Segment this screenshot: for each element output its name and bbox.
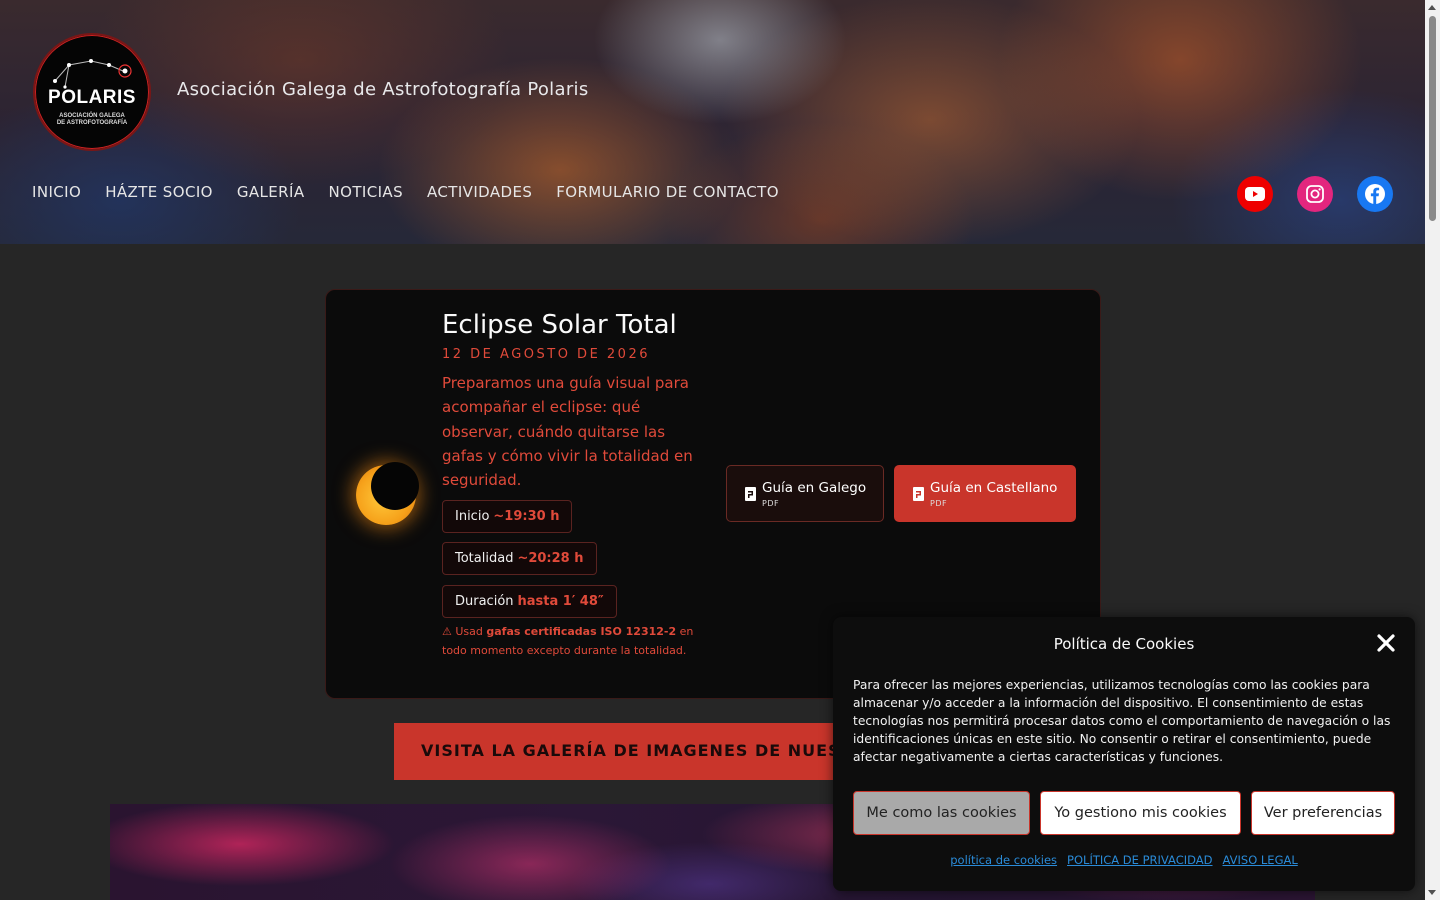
nav-item-noticias[interactable]: NOTICIAS — [329, 183, 404, 201]
scroll-up-icon[interactable] — [1428, 5, 1436, 10]
pdf-file-icon — [745, 486, 756, 501]
gallery-banner-label: VISITA LA GALERÍA DE IMAGENES DE NUEST — [421, 741, 853, 760]
legal-notice-link[interactable]: AVISO LEGAL — [1223, 853, 1298, 867]
nav-item-galeria[interactable]: GALERÍA — [237, 183, 305, 201]
time-pill-totalidad: Totalidad ~20:28 h — [442, 542, 597, 575]
nav-item-actividades[interactable]: ACTIVIDADES — [427, 183, 532, 201]
facebook-icon — [1365, 184, 1385, 204]
moon-shape — [371, 462, 419, 510]
button-label: Guía en Galego — [762, 479, 867, 496]
site-header: POLARIS ASOCIACIÓN GALEGA DE ASTROFOTOGR… — [0, 0, 1425, 244]
guide-castellano-button[interactable]: Guía en Castellano PDF — [894, 465, 1076, 522]
time-pill-inicio: Inicio ~19:30 h — [442, 500, 573, 533]
scrollbar-thumb[interactable] — [1429, 16, 1436, 221]
manage-cookies-button[interactable]: Yo gestiono mis cookies — [1040, 791, 1241, 835]
logo-title: POLARIS — [48, 87, 136, 108]
time-label: Totalidad — [455, 551, 514, 566]
safety-warning: ⚠ Usad gafas certificadas ISO 12312-2 en… — [442, 623, 702, 660]
guide-galego-button[interactable]: Guía en Galego PDF — [726, 465, 884, 522]
social-links — [1237, 176, 1393, 212]
close-icon[interactable] — [1376, 633, 1396, 653]
logo-subtitle-line1: ASOCIACIÓN GALEGA — [59, 113, 125, 119]
view-preferences-button[interactable]: Ver preferencias — [1251, 791, 1395, 835]
instagram-icon — [1306, 185, 1324, 203]
eclipse-icon — [356, 462, 420, 526]
warning-prefix: ⚠ Usad — [442, 625, 487, 638]
instagram-link[interactable] — [1297, 176, 1333, 212]
time-value: ~20:28 h — [517, 551, 584, 566]
pdf-file-icon — [913, 486, 924, 501]
button-sublabel: PDF — [762, 498, 780, 508]
privacy-policy-link[interactable]: POLÍTICA DE PRIVACIDAD — [1067, 853, 1212, 867]
time-value: hasta 1′ 48″ — [517, 594, 604, 609]
site-title[interactable]: Asociación Galega de Astrofotografía Pol… — [177, 79, 589, 100]
nav-item-hazte-socio[interactable]: HÁZTE SOCIO — [105, 183, 213, 201]
time-pill-duracion: Duración hasta 1′ 48″ — [442, 585, 617, 618]
cookie-text: Para ofrecer las mejores experiencias, u… — [853, 678, 1391, 764]
button-label: Guía en Castellano — [930, 479, 1058, 496]
logo-subtitle-line2: DE ASTROFOTOGRAFÍA — [56, 120, 128, 126]
scroll-down-icon[interactable] — [1428, 890, 1436, 895]
cookie-links: política de cookies POLÍTICA DE PRIVACID… — [833, 853, 1415, 867]
facebook-link[interactable] — [1357, 176, 1393, 212]
time-label: Duración — [455, 594, 514, 609]
cookie-consent-panel: Política de Cookies Para ofrecer las mej… — [833, 617, 1415, 891]
time-label: Inicio — [455, 509, 490, 524]
eclipse-date: 12 DE AGOSTO DE 2026 — [442, 347, 650, 362]
accept-cookies-button[interactable]: Me como las cookies — [853, 791, 1030, 835]
nav-item-contacto[interactable]: FORMULARIO DE CONTACTO — [556, 183, 779, 201]
main-nav: INICIO HÁZTE SOCIO GALERÍA NOTICIAS ACTI… — [32, 183, 779, 201]
eclipse-title: Eclipse Solar Total — [442, 310, 677, 340]
time-value: ~19:30 h — [493, 509, 560, 524]
eclipse-description: Preparamos una guía visual para acompaña… — [442, 374, 693, 490]
polaris-logo[interactable]: POLARIS ASOCIACIÓN GALEGA DE ASTROFOTOGR… — [33, 33, 151, 151]
page-scrollbar[interactable] — [1425, 0, 1440, 900]
youtube-link[interactable] — [1237, 176, 1273, 212]
cookie-policy-link[interactable]: política de cookies — [950, 853, 1057, 867]
cookie-title: Política de Cookies — [1053, 635, 1195, 653]
logo-subtitle: ASOCIACIÓN GALEGA DE ASTROFOTOGRAFÍA — [35, 113, 149, 127]
nav-item-inicio[interactable]: INICIO — [32, 183, 81, 201]
youtube-icon — [1245, 187, 1265, 201]
warning-bold: gafas certificadas ISO 12312-2 — [486, 625, 677, 638]
button-sublabel: PDF — [930, 498, 948, 508]
